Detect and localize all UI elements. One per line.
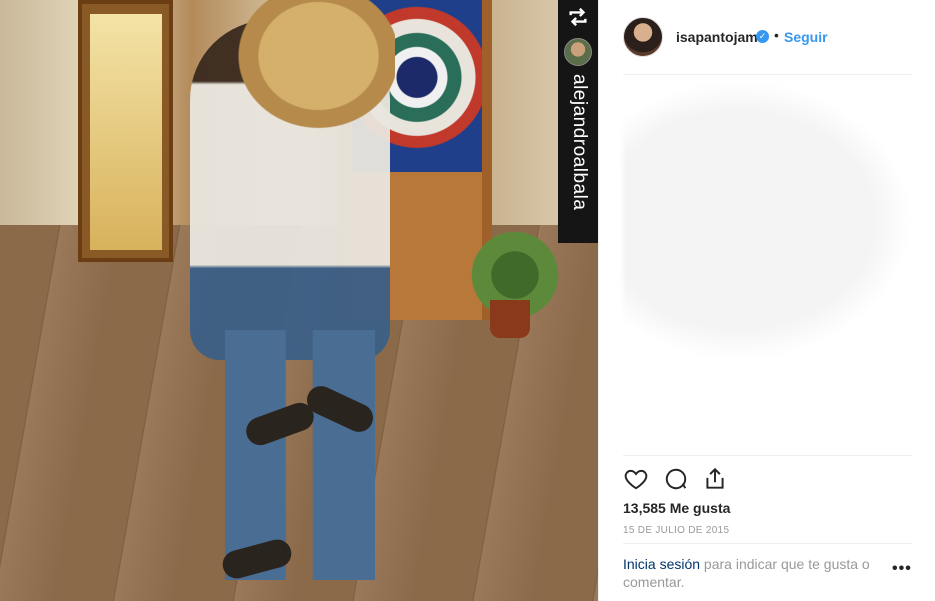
follow-button[interactable]: Seguir xyxy=(784,29,828,45)
login-divider xyxy=(623,543,912,544)
header-divider xyxy=(623,74,912,75)
actions-divider xyxy=(623,455,912,456)
heart-icon[interactable] xyxy=(623,466,649,492)
photo-legs xyxy=(225,330,375,580)
login-link[interactable]: Inicia sesión xyxy=(623,556,700,572)
more-options-button[interactable]: ••• xyxy=(892,560,912,578)
post-header: isapantojam ✓ • Seguir xyxy=(599,0,935,74)
likes-count[interactable]: 13,585 Me gusta xyxy=(623,500,730,516)
repost-username: alejandroalbala xyxy=(569,74,590,211)
photo-hair xyxy=(225,0,395,140)
photo-cabinet xyxy=(78,0,173,262)
avatar[interactable] xyxy=(623,17,663,57)
username-link[interactable]: isapantojam xyxy=(676,29,758,45)
login-prompt: Inicia sesión para indicar que te gusta … xyxy=(623,555,873,591)
instagram-post: alejandroalbala isapantojam ✓ • Seguir 1… xyxy=(0,0,935,601)
repost-banner: alejandroalbala xyxy=(558,0,598,243)
photo-pot xyxy=(490,300,530,338)
comment-icon[interactable] xyxy=(663,466,689,492)
separator-dot: • xyxy=(774,27,779,43)
post-photo[interactable]: alejandroalbala xyxy=(0,0,598,601)
repost-icon xyxy=(566,6,590,30)
repost-avatar xyxy=(564,38,592,66)
post-side-panel: isapantojam ✓ • Seguir 13,585 Me gusta 1… xyxy=(598,0,935,601)
verified-badge-icon: ✓ xyxy=(756,30,769,43)
post-date: 15 DE JULIO DE 2015 xyxy=(623,525,730,536)
blurred-comments xyxy=(623,80,912,360)
share-icon[interactable] xyxy=(702,466,728,492)
